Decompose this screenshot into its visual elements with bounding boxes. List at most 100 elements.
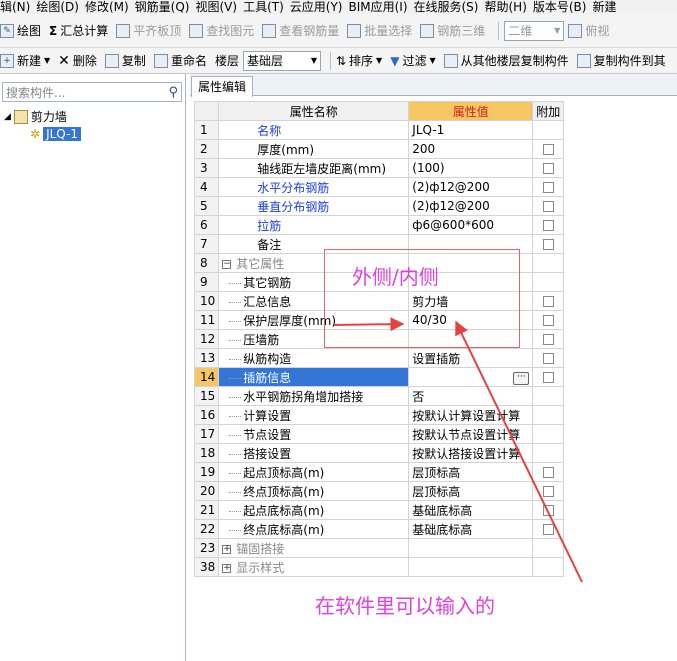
rebar-3d-button[interactable]: 钢筋三维 (420, 20, 485, 42)
table-row[interactable]: 1 名称 JLQ-1 (193, 120, 565, 140)
property-value-cell[interactable]: (2)ф12@200 (408, 177, 534, 197)
checkbox[interactable] (542, 220, 554, 231)
table-row[interactable]: 22 终点底标高(m) 基础底标高 (193, 519, 565, 539)
property-name-cell[interactable]: 节点设置 (218, 424, 410, 444)
checkbox[interactable] (542, 182, 554, 193)
menu-item[interactable]: 辑(N) (0, 0, 30, 14)
find-element-button[interactable]: 查找图元 (189, 20, 254, 42)
view-direction-button[interactable]: 俯视 (568, 20, 609, 42)
property-name-cell[interactable]: 起点底标高(m) (218, 500, 410, 520)
property-value-cell[interactable]: 设置插筋 (408, 348, 534, 368)
property-value-cell[interactable]: 否 (408, 386, 534, 406)
checkbox[interactable] (542, 486, 554, 497)
additional-cell[interactable] (532, 462, 565, 482)
table-row[interactable]: 6 拉筋 ф6@600*600 (193, 215, 565, 235)
checkbox[interactable] (542, 524, 554, 535)
property-name-cell[interactable]: 终点顶标高(m) (218, 481, 410, 501)
property-value-cell[interactable]: 200 (408, 139, 534, 159)
table-row[interactable]: 14 插筋信息 ··· (193, 367, 565, 387)
checkbox[interactable] (542, 505, 554, 516)
sum-calc-button[interactable]: Σ 汇总计算 (49, 20, 108, 42)
menu-item[interactable]: 视图(V) (195, 0, 237, 14)
property-name-cell[interactable]: 拉筋 (218, 215, 410, 235)
additional-cell[interactable] (532, 196, 565, 216)
table-row[interactable]: 21 起点底标高(m) 基础底标高 (193, 500, 565, 520)
additional-cell[interactable] (532, 215, 565, 235)
property-value-cell[interactable]: (100) (408, 158, 534, 178)
additional-cell[interactable] (532, 367, 565, 387)
additional-cell[interactable] (532, 177, 565, 197)
batch-select-button[interactable]: 批量选择 (347, 20, 412, 42)
property-value-cell[interactable]: JLQ-1 (408, 120, 534, 140)
property-value-cell[interactable] (408, 538, 534, 558)
checkbox[interactable] (542, 467, 554, 478)
menu-item[interactable]: 版本号(B) (533, 0, 587, 14)
additional-cell[interactable] (532, 348, 565, 368)
tab-property-edit[interactable]: 属性编辑 (191, 76, 254, 97)
additional-cell[interactable] (532, 234, 565, 254)
floor-select[interactable]: 基础层 ▼ (242, 50, 321, 71)
property-name-cell[interactable]: 厚度(mm) (218, 139, 410, 159)
property-value-cell[interactable]: 按默认计算设置计算 (408, 405, 534, 425)
additional-cell[interactable] (532, 500, 565, 520)
checkbox[interactable] (542, 296, 554, 307)
property-name-cell[interactable]: 轴线距左墙皮距离(mm) (218, 158, 410, 178)
additional-cell[interactable] (532, 158, 565, 178)
property-value-cell[interactable]: 层顶标高 (408, 481, 534, 501)
property-name-cell[interactable]: 插筋信息 (218, 367, 410, 387)
additional-cell[interactable] (532, 139, 565, 159)
menu-item[interactable]: BIM应用(I) (348, 0, 407, 14)
tree-node-jlq1[interactable]: ✲ JLQ-1 (4, 125, 82, 142)
checkbox[interactable] (542, 239, 554, 250)
checkbox[interactable] (542, 334, 554, 345)
property-name-cell[interactable]: + 显示样式 (218, 557, 410, 577)
property-value-cell[interactable]: ф6@600*600 (408, 215, 534, 235)
view-rebar-qty-button[interactable]: 查看钢筋量 (262, 20, 339, 42)
menu-item[interactable]: 云应用(Y) (290, 0, 343, 14)
new-button[interactable]: + 新建 ▼ (0, 50, 50, 72)
table-row[interactable]: 23 + 锚固搭接 (193, 538, 565, 558)
table-row[interactable]: 20 终点顶标高(m) 层顶标高 (193, 481, 565, 501)
property-value-cell[interactable]: ··· (408, 367, 534, 387)
property-value-cell[interactable]: 基础底标高 (408, 500, 534, 520)
property-value-cell[interactable]: 基础底标高 (408, 519, 534, 539)
property-name-cell[interactable]: 纵筋构造 (218, 348, 410, 368)
filter-button[interactable]: ▼ 过滤 ▼ (390, 50, 435, 72)
table-row[interactable]: 38 + 显示样式 (193, 557, 565, 577)
property-value-cell[interactable] (408, 557, 534, 577)
collapse-icon[interactable]: − (222, 259, 232, 269)
checkbox[interactable] (542, 353, 554, 364)
additional-cell[interactable] (532, 310, 565, 330)
flush-slab-button[interactable]: 平齐板顶 (116, 20, 181, 42)
property-value-cell[interactable]: 按默认搭接设置计算 (408, 443, 534, 463)
copy-from-other-floor-button[interactable]: 从其他楼层复制构件 (443, 50, 569, 72)
checkbox[interactable] (542, 315, 554, 326)
property-name-cell[interactable]: 名称 (218, 120, 410, 140)
sort-button[interactable]: ⇅ 排序 ▼ (336, 50, 382, 72)
property-name-cell[interactable]: + 锚固搭接 (218, 538, 410, 558)
ellipsis-icon[interactable]: ··· (513, 371, 530, 385)
table-row[interactable]: 17 节点设置 按默认节点设置计算 (193, 424, 565, 444)
additional-cell[interactable] (532, 519, 565, 539)
property-name-cell[interactable]: 终点底标高(m) (218, 519, 410, 539)
collapse-icon[interactable]: ◢ (4, 112, 11, 122)
checkbox[interactable] (542, 144, 554, 155)
additional-cell[interactable] (532, 329, 565, 349)
table-row[interactable]: 13 纵筋构造 设置插筋 (193, 348, 565, 368)
table-row[interactable]: 16 计算设置 按默认计算设置计算 (193, 405, 565, 425)
property-name-cell[interactable]: 计算设置 (218, 405, 410, 425)
additional-cell[interactable] (532, 481, 565, 501)
property-name-cell[interactable]: 起点顶标高(m) (218, 462, 410, 482)
search-icon[interactable]: ⚲ (168, 85, 178, 100)
menu-item[interactable]: 修改(M) (85, 0, 129, 14)
property-name-cell[interactable]: 水平分布钢筋 (218, 177, 410, 197)
table-row[interactable]: 5 垂直分布钢筋 (2)ф12@200 (193, 196, 565, 216)
property-value-cell[interactable]: 层顶标高 (408, 462, 534, 482)
menu-item[interactable]: 工具(T) (243, 0, 284, 14)
menu-item[interactable]: 在线服务(S) (414, 0, 479, 14)
menu-item[interactable]: 钢筋量(Q) (135, 0, 190, 14)
tree-node-wall[interactable]: ◢ 剪力墙 (4, 108, 81, 125)
copy-button[interactable]: 复制 (104, 50, 146, 72)
table-row[interactable]: 4 水平分布钢筋 (2)ф12@200 (193, 177, 565, 197)
property-name-cell[interactable]: 搭接设置 (218, 443, 410, 463)
